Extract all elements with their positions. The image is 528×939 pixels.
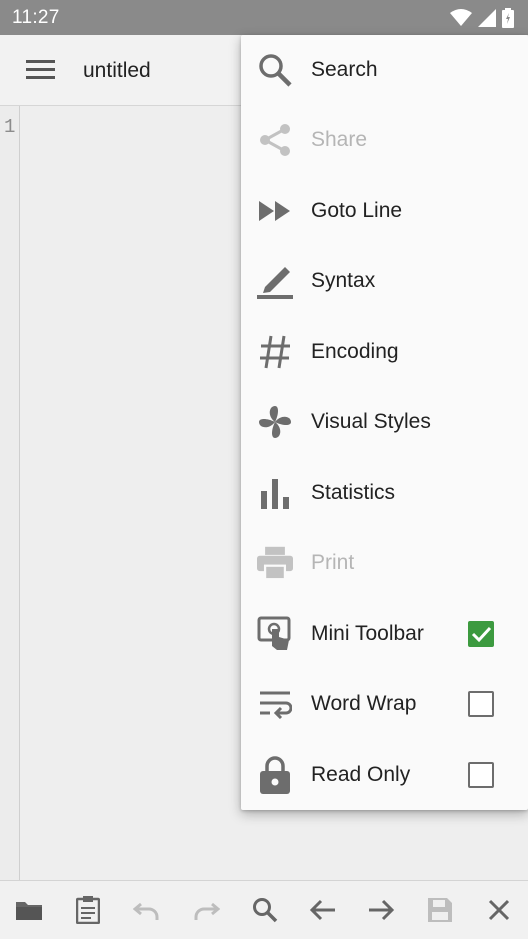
- redo-button[interactable]: [191, 895, 221, 925]
- overflow-menu: Search Share Goto Line Syntax Encoding V…: [241, 35, 528, 810]
- folder-icon: [16, 902, 42, 920]
- pinwheel-icon: [257, 404, 293, 440]
- menu-item-mini-toolbar[interactable]: Mini Toolbar: [241, 599, 528, 669]
- status-icons: [450, 8, 514, 28]
- save-button[interactable]: [425, 895, 455, 925]
- menu-item-label: Mini Toolbar: [311, 622, 424, 645]
- paste-button[interactable]: [73, 895, 103, 925]
- menu-item-label: Print: [311, 551, 355, 574]
- search-icon: [257, 52, 293, 88]
- menu-item-label: Syntax: [311, 269, 376, 292]
- bar-chart-icon: [257, 475, 293, 511]
- printer-icon: [257, 545, 293, 581]
- line-number-gutter: 1: [0, 106, 20, 880]
- open-button[interactable]: [14, 895, 44, 925]
- undo-button[interactable]: [132, 895, 162, 925]
- save-icon: [428, 898, 452, 922]
- menu-item-statistics[interactable]: Statistics: [241, 458, 528, 528]
- menu-item-label: Search: [311, 58, 378, 81]
- menu-item-label: Share: [311, 128, 368, 151]
- hamburger-menu-button[interactable]: [26, 59, 56, 81]
- menu-item-encoding[interactable]: Encoding: [241, 317, 528, 387]
- menu-item-read-only[interactable]: Read Only: [241, 740, 528, 810]
- read-only-checkbox[interactable]: [468, 762, 494, 788]
- search-button[interactable]: [250, 895, 280, 925]
- line-number: 1: [4, 116, 16, 138]
- word-wrap-checkbox[interactable]: [468, 691, 494, 717]
- arrow-right-icon: [369, 899, 395, 921]
- hamburger-icon: [26, 60, 55, 79]
- status-bar: 11:27: [0, 0, 528, 35]
- menu-item-share[interactable]: Share: [241, 105, 528, 175]
- share-icon: [257, 122, 293, 158]
- menu-item-search[interactable]: Search: [241, 35, 528, 105]
- close-icon: [488, 899, 510, 921]
- word-wrap-icon: [257, 686, 293, 722]
- menu-item-goto-line[interactable]: Goto Line: [241, 176, 528, 246]
- status-time: 11:27: [12, 7, 60, 28]
- checkmark-icon: [471, 626, 492, 643]
- highlighter-icon: [257, 263, 293, 299]
- document-title: untitled: [83, 59, 151, 82]
- fast-forward-icon: [257, 193, 293, 229]
- previous-button[interactable]: [308, 895, 338, 925]
- wifi-icon: [450, 9, 472, 26]
- arrow-left-icon: [309, 899, 335, 921]
- redo-icon: [194, 902, 220, 920]
- menu-item-label: Read Only: [311, 763, 411, 786]
- menu-item-label: Statistics: [311, 481, 396, 504]
- bottom-toolbar: [0, 880, 528, 939]
- touch-screen-icon: [257, 616, 293, 652]
- next-button[interactable]: [366, 895, 396, 925]
- signal-icon: [478, 9, 496, 27]
- menu-item-print[interactable]: Print: [241, 528, 528, 598]
- clipboard-icon: [76, 896, 100, 924]
- lock-icon: [257, 756, 293, 794]
- menu-item-label: Encoding: [311, 340, 399, 363]
- search-icon: [253, 898, 278, 923]
- close-button[interactable]: [484, 895, 514, 925]
- undo-icon: [133, 902, 159, 920]
- menu-item-word-wrap[interactable]: Word Wrap: [241, 669, 528, 739]
- menu-item-visual-styles[interactable]: Visual Styles: [241, 387, 528, 457]
- menu-item-label: Word Wrap: [311, 692, 417, 715]
- menu-item-syntax[interactable]: Syntax: [241, 246, 528, 316]
- menu-item-label: Goto Line: [311, 199, 403, 222]
- hash-icon: [257, 334, 293, 370]
- menu-item-label: Visual Styles: [311, 410, 431, 433]
- battery-icon: [502, 8, 514, 28]
- mini-toolbar-checkbox[interactable]: [468, 621, 494, 647]
